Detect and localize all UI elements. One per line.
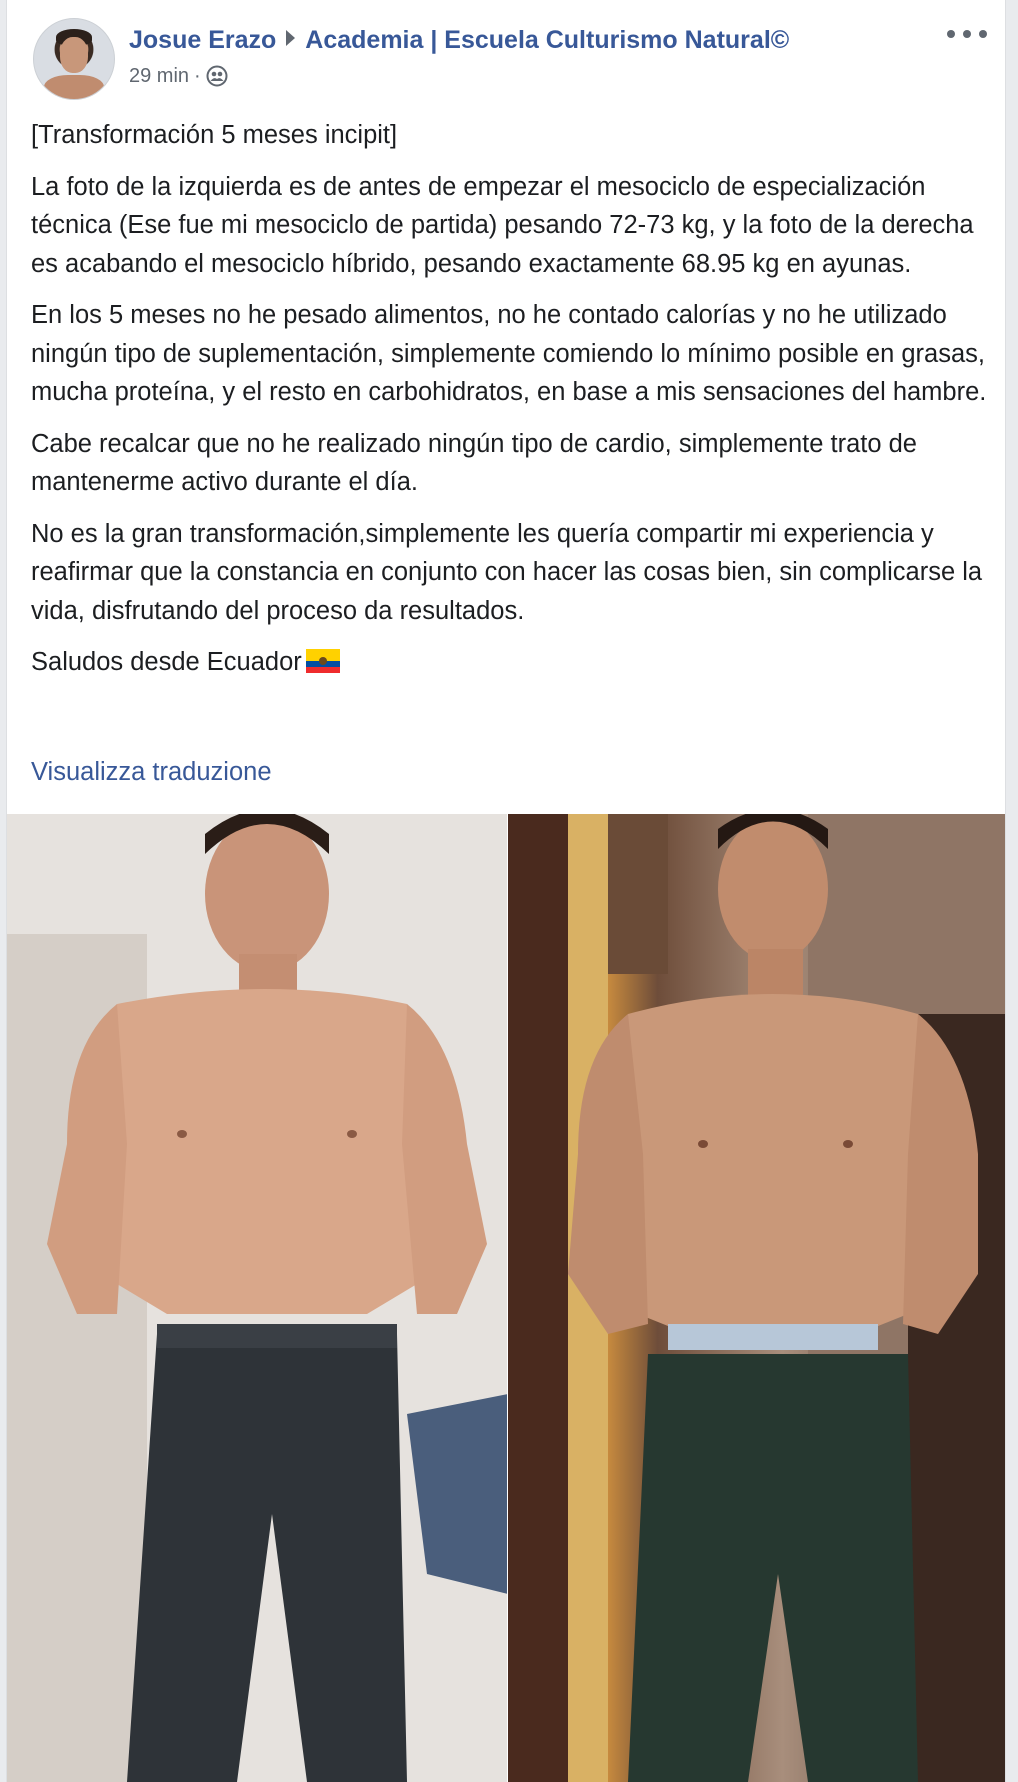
more-dot	[979, 30, 987, 38]
before-photo[interactable]	[7, 814, 508, 1782]
post-card: Josue Erazo Academia | Escuela Culturismo…	[6, 0, 1006, 1782]
group-icon[interactable]	[206, 65, 228, 87]
group-name-link[interactable]: Academia | Escuela Culturismo Natural©	[305, 26, 789, 54]
more-dot	[963, 30, 971, 38]
post-paragraph: La foto de la izquierda es de antes de e…	[31, 172, 974, 278]
caret-right-icon	[286, 30, 296, 46]
post-photo[interactable]	[7, 814, 1005, 1782]
post-paragraph: [Transformación 5 meses incipit]	[31, 121, 398, 149]
post-paragraph: No es la gran transformación,simplemente…	[31, 519, 983, 625]
more-dot	[947, 30, 955, 38]
post-paragraph: Cabe recalcar que no he realizado ningún…	[31, 429, 917, 497]
before-figure	[7, 814, 508, 1782]
author-avatar[interactable]	[33, 18, 115, 100]
post-header: Josue Erazo Academia | Escuela Culturismo…	[129, 24, 789, 56]
avatar-body	[44, 75, 104, 99]
post-timestamp[interactable]: 29 min	[129, 63, 189, 89]
post-text: [Transformación 5 meses incipit] La foto…	[31, 116, 995, 695]
ecuador-flag-icon	[305, 649, 340, 673]
author-name-link[interactable]: Josue Erazo	[129, 26, 276, 54]
avatar-face	[60, 37, 88, 73]
post-paragraph: En los 5 meses no he pesado alimentos, n…	[31, 301, 987, 406]
meta-separator: ·	[194, 65, 201, 87]
after-photo[interactable]	[508, 814, 1005, 1782]
after-figure	[508, 814, 1005, 1782]
see-translation-link[interactable]: Visualizza traduzione	[31, 758, 272, 787]
more-options-icon[interactable]	[947, 22, 987, 46]
post-meta: 29 min ·	[129, 63, 228, 89]
post-paragraph-last: Saludos desde Ecuador	[31, 643, 995, 682]
greeting-text: Saludos desde Ecuador	[31, 648, 302, 676]
